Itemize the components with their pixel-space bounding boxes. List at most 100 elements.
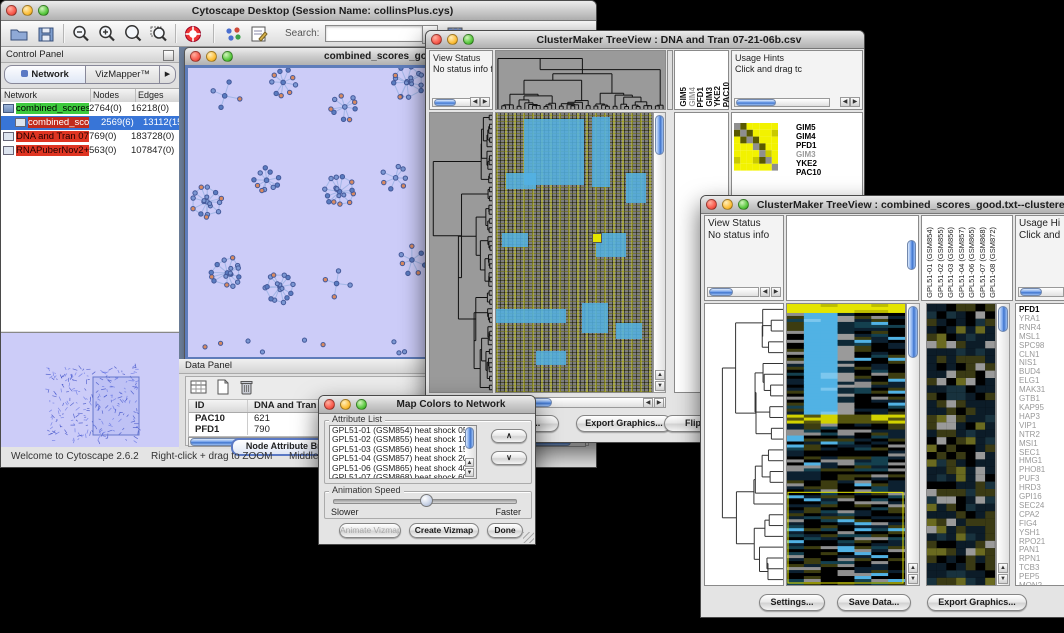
column-label[interactable]: GPL51-03 (GSM856) bbox=[946, 227, 955, 298]
scrollbar-thumb[interactable] bbox=[709, 288, 733, 296]
network-list-row[interactable]: combined_sco2569(6)13112(15) bbox=[1, 116, 179, 130]
scroll-left-arrow[interactable]: ◀ bbox=[643, 398, 653, 408]
row-label[interactable]: PFD1 bbox=[796, 141, 821, 150]
treeview2-vscrollbar[interactable]: ▲ ▼ bbox=[906, 303, 920, 586]
main-titlebar[interactable]: Cytoscape Desktop (Session Name: collins… bbox=[1, 1, 596, 21]
treeview1-column-labels[interactable]: GIM5GIM4PFD1GIM3YKE2PAC10 bbox=[674, 50, 729, 110]
settings-button[interactable]: Settings... bbox=[759, 594, 825, 611]
row-label[interactable]: GIM3 bbox=[796, 150, 821, 159]
tab-vizmapper[interactable]: VizMapper™ bbox=[86, 65, 160, 84]
gene-label[interactable]: MON2 bbox=[1019, 582, 1064, 586]
save-data-button[interactable]: Save Data... bbox=[837, 594, 911, 611]
scroll-right-arrow[interactable]: ▶ bbox=[480, 97, 490, 107]
tab-overflow-button[interactable]: ▶ bbox=[160, 65, 176, 84]
help-icon[interactable] bbox=[183, 24, 203, 44]
minimize-button[interactable] bbox=[447, 34, 458, 45]
scrollbar-thumb[interactable] bbox=[736, 99, 776, 106]
column-label[interactable]: GPL51-08 (GSM872) bbox=[988, 227, 997, 298]
close-button[interactable] bbox=[431, 34, 442, 45]
column-header[interactable]: Nodes bbox=[91, 89, 136, 102]
scrollbar-thumb[interactable] bbox=[434, 99, 456, 106]
minimize-button[interactable] bbox=[722, 199, 733, 210]
minimize-button[interactable] bbox=[22, 5, 33, 16]
zoom-fit-icon[interactable] bbox=[123, 24, 143, 44]
float-panel-icon[interactable] bbox=[163, 50, 174, 61]
scroll-up-arrow[interactable]: ▲ bbox=[655, 370, 665, 380]
treeview2-column-labels[interactable]: GPL51-01 (GSM854)GPL51-02 (GSM855)GPL51-… bbox=[921, 215, 1013, 301]
treeview2-zoom-heatmap[interactable] bbox=[926, 303, 996, 586]
scroll-up-arrow[interactable]: ▲ bbox=[998, 563, 1008, 573]
close-button[interactable] bbox=[706, 199, 717, 210]
treeview2-zoom-vscrollbar[interactable]: ▲ ▼ bbox=[996, 303, 1010, 586]
treeview1-column-dendrogram[interactable] bbox=[495, 50, 666, 110]
treeview2-titlebar[interactable]: ClusterMaker TreeView : combined_scores_… bbox=[701, 196, 1064, 214]
scrollbar-thumb[interactable] bbox=[465, 427, 474, 449]
column-label[interactable]: GPL51-01 (GSM854) bbox=[925, 227, 934, 298]
column-label[interactable]: GPL51-07 (GSM868) bbox=[978, 227, 987, 298]
zoom-window-button[interactable] bbox=[463, 34, 474, 45]
tab-network[interactable]: Network bbox=[4, 65, 86, 84]
scroll-up-arrow[interactable]: ▲ bbox=[908, 563, 918, 573]
close-button[interactable] bbox=[324, 399, 335, 410]
row-label[interactable]: YKE2 bbox=[796, 159, 821, 168]
column-label[interactable]: GIM5 bbox=[679, 87, 688, 107]
network-list-row[interactable]: DNA and Tran 07769(0)183728(0) bbox=[1, 130, 179, 144]
zoom-in-icon[interactable] bbox=[97, 24, 117, 44]
treeview1-global-heatmap[interactable] bbox=[495, 112, 653, 393]
resize-grip[interactable] bbox=[523, 532, 534, 543]
view-status-scrollbar[interactable] bbox=[707, 287, 759, 297]
attribute-item[interactable]: GPL51-07 (GSM868) heat shock 60 min bbox=[330, 473, 476, 479]
slider-thumb[interactable] bbox=[420, 494, 433, 507]
move-down-button[interactable]: ∨ bbox=[491, 451, 527, 465]
treeview2-row-dendrogram[interactable] bbox=[704, 303, 784, 586]
column-header[interactable]: ID bbox=[189, 400, 248, 412]
close-button[interactable] bbox=[190, 51, 201, 62]
create-vizmap-button[interactable]: Create Vizmap bbox=[409, 523, 479, 538]
column-label[interactable]: YKE2 bbox=[713, 86, 722, 107]
treeview2-global-heatmap[interactable] bbox=[786, 303, 906, 586]
dendrogram-splitter[interactable] bbox=[667, 50, 673, 110]
scrollbar-thumb[interactable] bbox=[655, 115, 664, 155]
minimize-button[interactable] bbox=[340, 399, 351, 410]
attribute-list[interactable]: GPL51-01 (GSM854) heat shock 05 minGPL51… bbox=[329, 425, 477, 479]
done-button[interactable]: Done bbox=[487, 523, 523, 538]
usage-hints-scrollbar[interactable] bbox=[734, 98, 830, 107]
treeview1-row-labels[interactable]: GIM5GIM4PFD1GIM3YKE2PAC10 bbox=[796, 123, 821, 177]
column-label[interactable]: GPL51-04 (GSM857) bbox=[957, 227, 966, 298]
scroll-down-arrow[interactable]: ▼ bbox=[908, 574, 918, 584]
column-label[interactable]: PFD1 bbox=[696, 87, 705, 107]
scroll-right-arrow[interactable]: ▶ bbox=[771, 287, 781, 297]
usage-hints-scrollbar[interactable] bbox=[1018, 287, 1064, 297]
column-header[interactable]: Edges bbox=[136, 89, 179, 102]
move-up-button[interactable]: ∧ bbox=[491, 429, 527, 443]
export-graphics-button[interactable]: Export Graphics... bbox=[576, 415, 672, 432]
scroll-left-arrow[interactable]: ◀ bbox=[840, 97, 850, 107]
close-button[interactable] bbox=[6, 5, 17, 16]
vizmap-icon[interactable] bbox=[223, 24, 243, 44]
scrollbar-thumb[interactable] bbox=[907, 240, 916, 270]
open-file-icon[interactable] bbox=[9, 24, 29, 44]
treeview2-row-labels[interactable]: PFD1YRA1RNR4MSL1SPC98CLN1NIS1BUD4ELG1MAK… bbox=[1015, 303, 1064, 586]
attribute-list-scrollbar[interactable]: ▲ ▼ bbox=[465, 426, 476, 478]
column-label[interactable]: PAC10 bbox=[722, 82, 731, 107]
scroll-down-arrow[interactable]: ▼ bbox=[465, 468, 474, 477]
animation-speed-slider[interactable] bbox=[333, 499, 517, 504]
dialog-titlebar[interactable]: Map Colors to Network bbox=[319, 396, 535, 414]
save-icon[interactable] bbox=[36, 24, 56, 44]
zoom-out-icon[interactable] bbox=[71, 24, 91, 44]
treeview1-row-dendrogram[interactable] bbox=[429, 112, 493, 393]
treeview2-column-dendrogram[interactable] bbox=[786, 215, 919, 301]
zoom-window-button[interactable] bbox=[38, 5, 49, 16]
row-label[interactable]: GIM4 bbox=[796, 132, 821, 141]
search-input[interactable] bbox=[325, 25, 423, 42]
treeview1-titlebar[interactable]: ClusterMaker TreeView : DNA and Tran 07-… bbox=[426, 31, 864, 49]
row-label[interactable]: GIM5 bbox=[796, 123, 821, 132]
scrollbar-thumb[interactable] bbox=[1020, 288, 1042, 296]
zoom-window-button[interactable] bbox=[222, 51, 233, 62]
column-label[interactable]: GPL51-02 (GSM855) bbox=[936, 227, 945, 298]
scroll-up-arrow[interactable]: ▲ bbox=[465, 458, 474, 467]
scroll-down-arrow[interactable]: ▼ bbox=[998, 574, 1008, 584]
new-document-icon[interactable] bbox=[214, 379, 234, 399]
scrollbar-thumb[interactable] bbox=[908, 306, 918, 358]
annotation-icon[interactable] bbox=[249, 24, 269, 44]
